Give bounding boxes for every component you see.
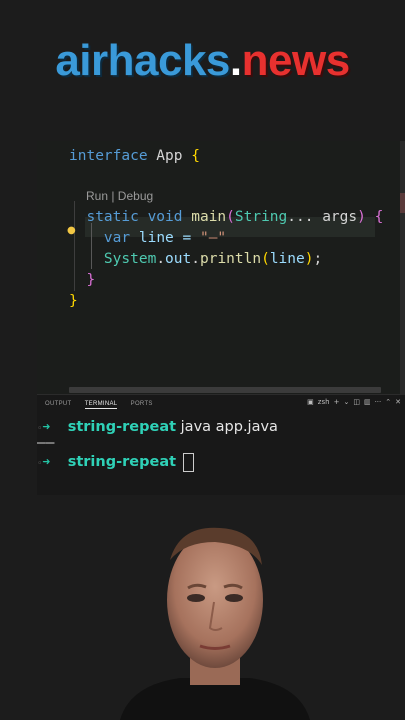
code-line-4: var line = "–" <box>103 230 227 246</box>
terminal-cursor <box>182 452 194 472</box>
chevron-down-icon[interactable]: ⌄ <box>343 398 349 406</box>
code-line-3: static void main(String... args) { <box>86 209 384 225</box>
panel-toolbar: ▣ zsh + ⌄ ◫ ▥ ··· ⌃ ✕ <box>303 398 401 406</box>
terminal-icon[interactable]: ▣ <box>307 398 314 406</box>
more-icon[interactable]: ··· <box>375 398 382 406</box>
vertical-scrollbar[interactable] <box>400 141 405 394</box>
tab-ports[interactable]: PORTS <box>131 401 153 407</box>
logo-part-news: news <box>241 36 351 85</box>
code-line-7: } <box>69 293 78 309</box>
terminal-output[interactable]: ◦➜ string-repeat java app.java –– ◦➜ str… <box>37 417 405 497</box>
plus-icon[interactable]: + <box>334 398 340 406</box>
trash-icon[interactable]: ▥ <box>364 398 371 406</box>
tab-output[interactable]: OUTPUT <box>45 401 71 407</box>
presenter-webcam-image <box>120 527 310 720</box>
prompt-arrow-icon: ➜ <box>42 455 51 470</box>
terminal-line-3: ◦➜ string-repeat <box>37 452 194 472</box>
code-line-1: interface App { <box>69 148 200 164</box>
logo-part-airhacks: airhacks <box>55 36 230 85</box>
chevron-up-icon[interactable]: ⌃ <box>385 398 391 406</box>
terminal-line-2: –– <box>37 435 55 451</box>
close-icon[interactable]: ✕ <box>395 398 401 406</box>
code-editor[interactable]: Run | Debug ● interface App { static voi… <box>37 141 405 394</box>
terminal-line-1: ◦➜ string-repeat java app.java <box>37 419 278 435</box>
shell-label[interactable]: zsh <box>318 398 330 406</box>
bottom-panel: OUTPUT TERMINAL PORTS ▣ zsh + ⌄ ◫ ▥ ··· ⌃ ✕ ◦➜ s… <box>37 394 405 495</box>
airhacks-news-logo: airhacks.news <box>0 36 405 86</box>
code-line-6: } <box>86 272 96 288</box>
code-line-5: System.out.println(line); <box>103 251 323 267</box>
panel-tabs: OUTPUT TERMINAL PORTS <box>45 400 164 409</box>
logo-dot: . <box>229 36 242 85</box>
code-content: interface App { static void main(String.… <box>69 141 383 309</box>
horizontal-scrollbar[interactable] <box>69 387 381 393</box>
scrollbar-thumb[interactable] <box>400 193 405 213</box>
tab-terminal[interactable]: TERMINAL <box>84 401 118 409</box>
split-icon[interactable]: ◫ <box>353 398 360 406</box>
